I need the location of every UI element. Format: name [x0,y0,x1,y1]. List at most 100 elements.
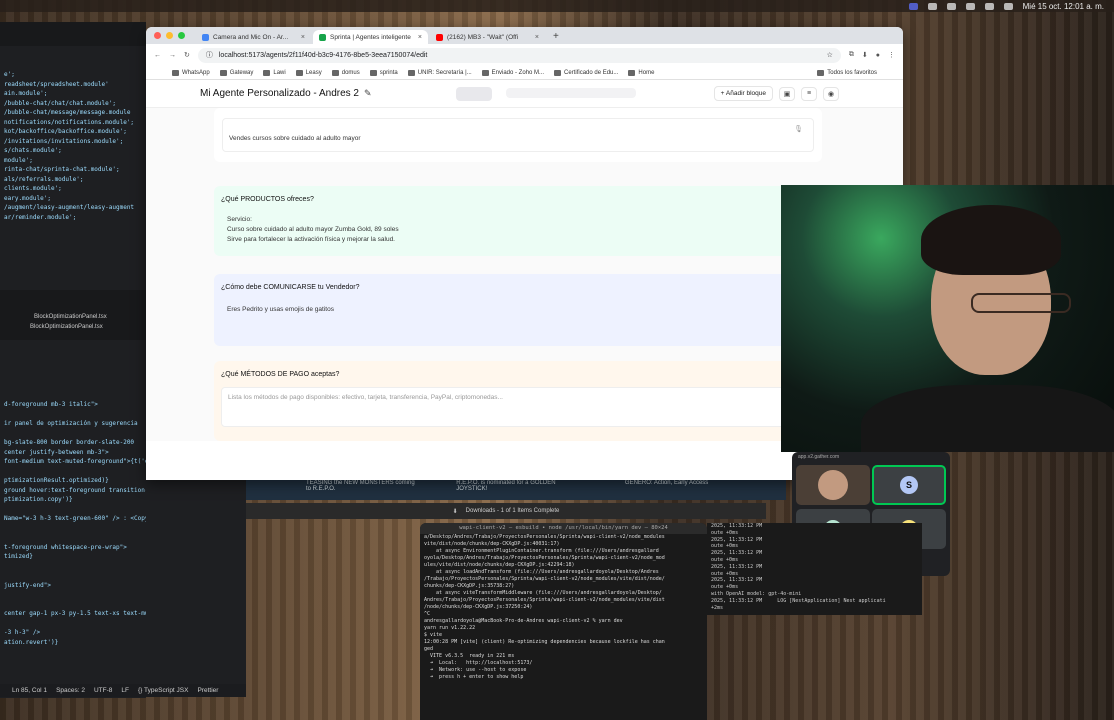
text-line: 2025, 11:33:12 PM [711,523,763,529]
close-window-button[interactable] [154,32,161,39]
block-textarea[interactable]: Servicio: Curso sobre cuidado al adulto … [221,210,821,250]
close-tab-icon[interactable]: × [535,34,539,41]
news-item[interactable]: GÉNERO: Action, Early Access [625,480,726,498]
status-item[interactable]: LF [121,687,129,694]
text-line: a/Desktop/Andres/Trabajo/ProyectosPerson… [424,534,665,540]
news-item[interactable]: TEASING the NEW MONSTERS coming to R.E.P… [306,480,416,498]
text-line [0,533,146,543]
battery-icon[interactable] [965,2,975,10]
status-item[interactable]: Ln 85, Col 1 [12,687,47,694]
text-line: 2025, 11:33:12 PM LOG [NestApplication] … [711,597,886,604]
bookmark-star-icon[interactable]: ☆ [827,51,833,59]
menubar-clock[interactable]: Mié 15 oct. 12:01 a. m. [1023,2,1104,11]
reload-icon[interactable]: ↻ [184,51,190,59]
text-line: rinta-chat/sprinta-chat.module'; [4,166,120,173]
bookmark-item[interactable]: domus [331,69,360,76]
status-item[interactable]: Spaces: 2 [56,687,85,694]
wifi-icon[interactable] [984,2,994,10]
save-icon[interactable]: ▣ [779,86,795,101]
profile-icon[interactable]: ● [876,52,880,59]
person-body [861,385,1114,452]
new-tab-button[interactable]: + [547,30,565,44]
avatar: S [900,476,918,494]
bookmark-item[interactable]: Gateway [219,69,253,76]
editor-tabbar: BlockOptimizationPanel.tsx BlockOptimiza… [0,290,146,340]
extensions-icon[interactable]: ⧉ [849,51,854,59]
edit-title-icon[interactable]: ✎ [364,88,372,99]
bookmark-item[interactable]: Certificado de Edu... [554,69,618,76]
close-tab-icon[interactable]: × [418,34,422,41]
bookmark-item[interactable]: WhatsApp [172,69,210,76]
text-line: oute +0ms [711,584,739,591]
text-line: als/referrals.module'; [4,175,84,183]
news-item[interactable]: R.E.P.O. is nominated for a GOLDEN JOYST… [456,480,585,498]
page-title: Mi Agente Personalizado - Andres 2 [200,88,359,99]
maximize-window-button[interactable] [178,32,185,39]
bookmark-item[interactable]: UNIR: Secretaría |... [407,69,472,76]
status-item[interactable]: {} TypeScript JSX [138,687,188,694]
app-status-icon[interactable] [908,2,918,10]
block-textarea[interactable]: Eres Pedrito y usas emojis de gatitos [221,300,821,340]
bookmark-item[interactable]: Leasy [295,69,322,76]
header-actions: + Añadir bloque ▣ ≡ ◉ [713,86,839,101]
payment-methods-textarea[interactable]: Lista los métodos de pago disponibles: e… [221,387,821,427]
text-line: t-foreground whitespace-pre-wrap"> [4,543,127,551]
text-line: Andres/Trabajo/ProyectosPersonales/Sprin… [424,597,665,603]
code-editor-lower[interactable]: d-foreground mb-3 italic"> ir panel de op… [0,400,146,684]
bookmark-item[interactable]: Home [628,69,654,76]
text-line [0,524,146,534]
text-line: module'; [4,156,33,164]
participant-tile[interactable]: S [872,465,946,505]
person-hair [921,205,1061,275]
tab-favicon-icon [202,33,209,41]
terminal-window-2[interactable]: 2025, 11:33:12 PM oute +0ms 2025, 11:33:12… [707,523,922,615]
bookmark-item[interactable]: Enviado - Zoho M... [481,69,544,76]
back-icon[interactable]: ← [154,52,161,59]
close-tab-icon[interactable]: × [301,34,305,41]
bookmark-item[interactable]: sprinta [369,69,398,76]
text-line: oute +0ms [711,543,739,550]
text-line: eary.module'; [4,194,51,202]
status-item[interactable]: Prettier [197,687,218,694]
optimize-icon[interactable]: ≡ [801,86,817,101]
editor-tab[interactable]: BlockOptimizationPanel.tsx [34,314,107,320]
browser-tab[interactable]: (2162) MB3 - "Wait" (Offi × [430,30,545,44]
participant-tile-self[interactable] [796,465,870,505]
menu-icon[interactable]: ⋮ [888,51,895,59]
bookmark-icon [554,69,562,76]
text-line: ground hover:text-foreground transition-… [4,486,146,494]
add-block-button[interactable]: + Añadir bloque [713,86,773,101]
mic-icon[interactable]: 🎙 [794,125,803,135]
text-line [0,590,146,600]
terminal-window[interactable]: wapi-client-v2 — esbuild • node /usr/loc… [420,523,707,720]
text-line: s/chats.module'; [4,147,62,154]
search-icon[interactable] [1003,2,1013,10]
text-line: ation.revert')} [4,638,59,646]
play-icon[interactable] [946,2,956,10]
all-bookmarks-folder[interactable]: Todos los favoritos [817,69,877,76]
text-line: ules/vite/dist/node/chunks/dep-CKXgDP.js… [424,562,575,568]
record-icon[interactable] [927,2,937,10]
preview-icon[interactable]: ◉ [823,86,839,101]
block-textarea[interactable]: Vendes cursos sobre cuidado al adulto ma… [222,118,814,152]
text-line: justify-end"> [4,581,51,589]
minimize-window-button[interactable] [166,32,173,39]
tab-strip: Camera and Mic On - Ar... × Sprinta | Ag… [146,27,903,44]
text-line: ^C [424,611,431,617]
text-line: with OpenAI model: gpt-4o-mini [711,590,802,597]
bookmark-item[interactable]: Lawi [263,69,286,76]
browser-tab[interactable]: Camera and Mic On - Ar... × [196,30,311,44]
tab-label: Sprinta | Agentes inteligente [330,33,411,41]
text-line: timized} [4,553,33,560]
forward-icon[interactable]: → [169,52,176,59]
status-item[interactable]: UTF-8 [94,687,112,694]
folder-icon [295,69,303,76]
download-icon[interactable]: ⬇ [862,51,868,59]
url-input[interactable]: ⓘ localhost:5173/agents/2f11f40d-b3c9-41… [197,47,841,63]
block-card-communicate: ¿Cómo debe COMUNICARSE tu Vendedor? Eres… [214,274,822,346]
site-info-icon[interactable]: ⓘ [206,50,213,60]
text-line: ged [424,646,434,652]
text-line: Name="w-3 h-3 text-green-600" /> : <Copy… [4,515,146,522]
browser-tab-active[interactable]: Sprinta | Agentes inteligente × [313,30,428,44]
editor-tab[interactable]: BlockOptimizationPanel.tsx [30,324,103,330]
